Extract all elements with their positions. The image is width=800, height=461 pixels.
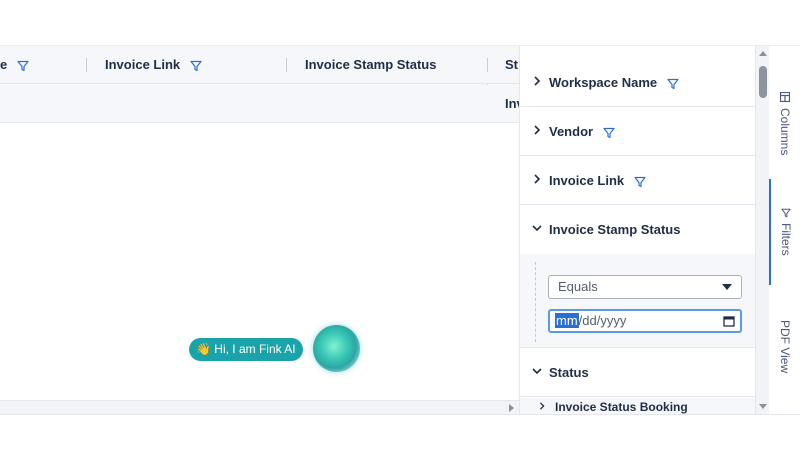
filter-icon [634, 176, 646, 187]
filter-group-workspace-name[interactable]: Workspace Name [520, 58, 755, 107]
filter-group-status[interactable]: Status [520, 348, 755, 397]
filter-group-label: Invoice Stamp Status [549, 222, 681, 237]
column-header-label: Invoice Link [105, 57, 181, 72]
side-tool-panel: Columns Filters PDF View [769, 46, 800, 414]
top-bar [0, 0, 800, 46]
filter-group-body: Equals mm/dd/yyyy [520, 254, 755, 348]
tab-pdf-view[interactable]: PDF View [769, 308, 800, 388]
filter-panel: Workspace Name Vendor Invoice Link Invoi… [519, 46, 755, 414]
column-header-invoice-stamp-status[interactable]: Invoice Stamp Status [305, 46, 436, 84]
filter-operator-value: Equals [558, 279, 598, 294]
column-separator[interactable] [286, 58, 287, 72]
tab-label: Columns [778, 108, 792, 156]
columns-icon [780, 92, 790, 102]
assistant-greeting-bubble[interactable]: 👋 Hi, I am Fink AI [189, 338, 303, 361]
horizontal-scrollbar[interactable] [0, 400, 520, 414]
chevron-right-icon [534, 125, 541, 135]
column-separator[interactable] [487, 58, 488, 72]
vertical-scrollbar[interactable] [755, 46, 769, 414]
column-header-label: Inv [505, 96, 520, 111]
scrollbar-thumb[interactable] [759, 66, 767, 98]
caret-down-icon [722, 284, 732, 290]
scroll-up-arrow-icon[interactable] [759, 51, 767, 56]
column-header-invoice-link[interactable]: Invoice Link [105, 46, 202, 84]
filter-group-invoice-stamp-status[interactable]: Invoice Stamp Status [520, 205, 755, 254]
filter-group-label: Status [549, 365, 589, 380]
filter-group-label: Vendor [549, 107, 615, 156]
group-divider [487, 84, 488, 85]
filter-group-label: Invoice Link [549, 156, 646, 205]
tab-label: PDF View [778, 320, 792, 374]
assistant-orb-icon[interactable] [313, 325, 360, 372]
tab-label: Filters [779, 223, 793, 256]
filter-subgroup-label: Invoice Status Booking [555, 400, 688, 414]
grid-header-row: e Invoice Link Invoice Stamp Status St [0, 46, 520, 84]
tab-filters[interactable]: Filters [769, 179, 800, 285]
chevron-down-icon [532, 225, 542, 232]
filter-icon [603, 127, 615, 138]
column-header-status[interactable]: St [505, 46, 518, 84]
filter-group-label: Workspace Name [549, 58, 679, 107]
chevron-right-icon [534, 174, 541, 184]
scroll-down-arrow-icon[interactable] [759, 404, 767, 409]
chevron-right-icon [539, 402, 545, 410]
column-header-label: e [0, 57, 8, 72]
scroll-right-arrow-icon[interactable] [509, 404, 514, 412]
date-rest-segments[interactable]: /dd/yyyy [579, 313, 627, 328]
tab-columns[interactable]: Columns [769, 90, 800, 180]
filter-operator-select[interactable]: Equals [548, 275, 742, 299]
column-separator[interactable] [86, 58, 87, 72]
filter-icon[interactable] [190, 60, 202, 72]
chevron-right-icon [534, 76, 541, 86]
bottom-bar [0, 414, 800, 461]
filter-group-invoice-link[interactable]: Invoice Link [520, 156, 755, 205]
date-month-segment[interactable]: mm [555, 313, 579, 328]
filter-icon [667, 78, 679, 89]
filter-icon [781, 208, 791, 218]
filter-group-vendor[interactable]: Vendor [520, 107, 755, 156]
grid-subheader-row: Inv [0, 84, 520, 123]
column-subheader-invoice[interactable]: Inv [505, 85, 520, 123]
chevron-down-icon [532, 368, 542, 375]
indent-guide [535, 262, 536, 342]
filter-subgroup-invoice-status-booking[interactable]: Invoice Status Booking [520, 398, 755, 414]
column-header-partial[interactable]: e [0, 46, 29, 84]
column-header-label: Invoice Stamp Status [305, 57, 437, 72]
calendar-icon[interactable] [723, 315, 735, 327]
column-header-label: St [505, 57, 518, 72]
assistant-greeting-text: 👋 Hi, I am Fink AI [196, 342, 296, 356]
filter-date-input[interactable]: mm/dd/yyyy [548, 309, 742, 333]
filter-icon[interactable] [17, 60, 29, 72]
